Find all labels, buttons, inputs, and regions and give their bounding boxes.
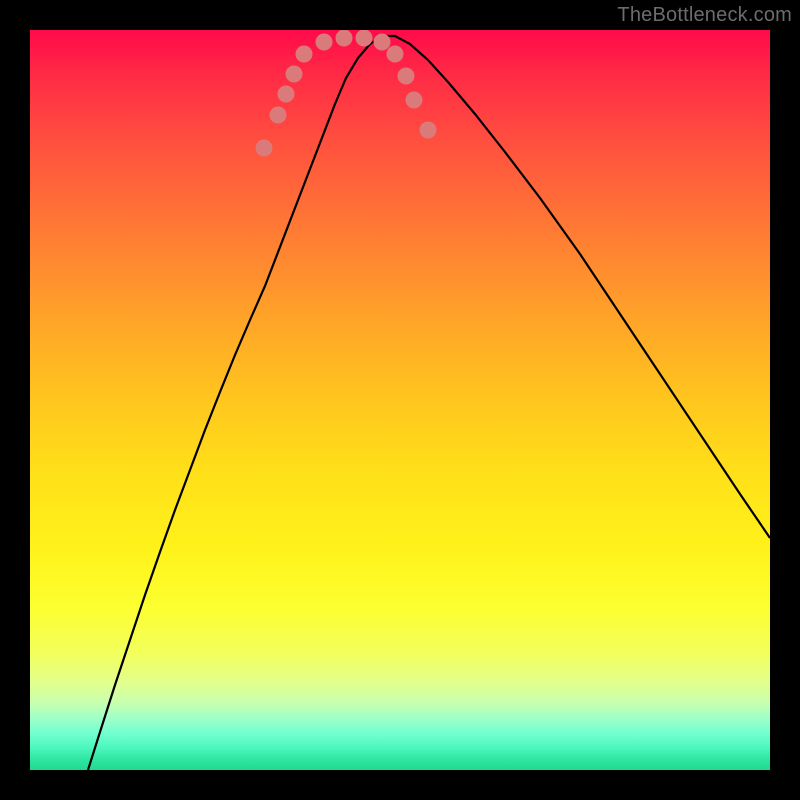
- watermark-text: TheBottleneck.com: [617, 4, 792, 27]
- outer-frame: TheBottleneck.com: [0, 0, 800, 800]
- plot-area: [30, 30, 770, 770]
